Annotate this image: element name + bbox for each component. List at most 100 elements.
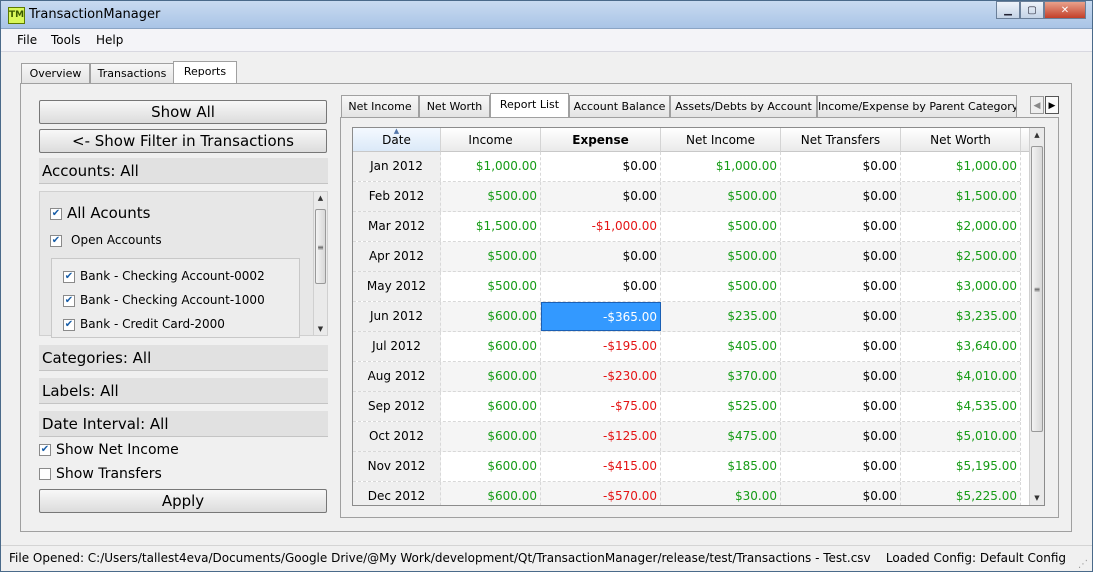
show-filter-in-transactions-button[interactable]: <- Show Filter in Transactions [39, 129, 327, 153]
cell-net-income[interactable]: $405.00 [661, 332, 781, 361]
cell-net-transfers[interactable]: $0.00 [781, 392, 901, 421]
cell-expense[interactable]: $0.00 [541, 182, 661, 211]
tab-scroll-left-icon[interactable]: ◀ [1030, 96, 1044, 114]
tab-assets-debts-by-account[interactable]: Assets/Debts by Account [670, 95, 817, 117]
table-row[interactable]: Aug 2012 $600.00 -$230.00 $370.00 $0.00 $4,01… [353, 362, 1021, 392]
cell-expense[interactable]: -$415.00 [541, 452, 661, 481]
table-scroll-thumb[interactable]: ≡ [1031, 146, 1043, 432]
cell-net-income[interactable]: $475.00 [661, 422, 781, 451]
all-accounts-checkbox[interactable]: ✔ [50, 208, 62, 220]
cell-date[interactable]: Nov 2012 [353, 452, 441, 481]
tab-net-worth[interactable]: Net Worth [419, 95, 490, 117]
cell-income[interactable]: $500.00 [441, 242, 541, 271]
cell-net-transfers[interactable]: $0.00 [781, 302, 901, 331]
column-header-expense[interactable]: Expense [541, 128, 661, 152]
cell-net-worth[interactable]: $4,535.00 [901, 392, 1021, 421]
table-row[interactable]: Oct 2012 $600.00 -$125.00 $475.00 $0.00 $5,01… [353, 422, 1021, 452]
column-header-net-income[interactable]: Net Income [661, 128, 781, 152]
cell-expense[interactable]: $0.00 [541, 152, 661, 181]
cell-date[interactable]: Mar 2012 [353, 212, 441, 241]
cell-income[interactable]: $600.00 [441, 482, 541, 505]
show-transfers-checkbox[interactable] [39, 468, 51, 480]
table-scrollbar[interactable]: ▲ ≡ ▼ [1029, 128, 1044, 505]
open-accounts-checkbox[interactable]: ✔ [50, 235, 62, 247]
cell-expense[interactable]: -$125.00 [541, 422, 661, 451]
cell-net-worth[interactable]: $3,235.00 [901, 302, 1021, 331]
categories-section-header[interactable]: Categories: All [39, 345, 328, 371]
cell-date[interactable]: Jul 2012 [353, 332, 441, 361]
cell-net-income[interactable]: $500.00 [661, 182, 781, 211]
column-header-net-transfers[interactable]: Net Transfers [781, 128, 901, 152]
column-header-income[interactable]: Income [441, 128, 541, 152]
cell-net-income[interactable]: $1,000.00 [661, 152, 781, 181]
cell-expense[interactable]: $0.00 [541, 242, 661, 271]
cell-net-transfers[interactable]: $0.00 [781, 182, 901, 211]
cell-net-worth[interactable]: $5,010.00 [901, 422, 1021, 451]
table-row[interactable]: Mar 2012 $1,500.00 -$1,000.00 $500.00 $0.00 $… [353, 212, 1021, 242]
scroll-down-arrow-icon[interactable]: ▼ [1030, 494, 1044, 502]
tab-reports[interactable]: Reports [173, 61, 237, 84]
cell-net-worth[interactable]: $3,000.00 [901, 272, 1021, 301]
title-bar[interactable]: TM TransactionManager ▁ ▢ ✕ [1, 1, 1092, 29]
cell-date[interactable]: Dec 2012 [353, 482, 441, 505]
cell-date[interactable]: Feb 2012 [353, 182, 441, 211]
cell-income[interactable]: $500.00 [441, 182, 541, 211]
cell-date[interactable]: Oct 2012 [353, 422, 441, 451]
cell-net-income[interactable]: $500.00 [661, 242, 781, 271]
cell-net-worth[interactable]: $5,225.00 [901, 482, 1021, 505]
cell-expense[interactable]: -$195.00 [541, 332, 661, 361]
column-header-date[interactable]: ▲ Date [353, 128, 441, 152]
cell-income[interactable]: $600.00 [441, 422, 541, 451]
table-row[interactable]: Nov 2012 $600.00 -$415.00 $185.00 $0.00 $5,19… [353, 452, 1021, 482]
cell-net-transfers[interactable]: $0.00 [781, 332, 901, 361]
minimize-button[interactable]: ▁ [996, 1, 1020, 19]
close-button[interactable]: ✕ [1044, 1, 1086, 19]
cell-net-transfers[interactable]: $0.00 [781, 452, 901, 481]
cell-net-worth[interactable]: $4,010.00 [901, 362, 1021, 391]
resize-grip-icon[interactable]: ⋰ [1078, 554, 1088, 571]
cell-net-transfers[interactable]: $0.00 [781, 362, 901, 391]
cell-date[interactable]: Jun 2012 [353, 302, 441, 331]
table-row[interactable]: Jan 2012 $1,000.00 $0.00 $1,000.00 $0.00 $1,0… [353, 152, 1021, 182]
cell-expense[interactable]: -$570.00 [541, 482, 661, 505]
cell-net-worth[interactable]: $3,640.00 [901, 332, 1021, 361]
accounts-scrollbar[interactable]: ▲ ≡ ▼ [313, 192, 327, 335]
cell-net-worth[interactable]: $2,000.00 [901, 212, 1021, 241]
scroll-up-arrow-icon[interactable]: ▲ [314, 194, 327, 202]
cell-net-income[interactable]: $500.00 [661, 272, 781, 301]
cell-net-income[interactable]: $370.00 [661, 362, 781, 391]
menu-help[interactable]: Help [96, 33, 123, 47]
cell-income[interactable]: $500.00 [441, 272, 541, 301]
cell-expense[interactable]: -$1,000.00 [541, 212, 661, 241]
account-item-checkbox-2000[interactable]: ✔ [63, 319, 75, 331]
cell-expense[interactable]: -$75.00 [541, 392, 661, 421]
accounts-section-header[interactable]: Accounts: All [39, 158, 328, 184]
cell-income[interactable]: $600.00 [441, 392, 541, 421]
table-row[interactable]: Dec 2012 $600.00 -$570.00 $30.00 $0.00 $5,225… [353, 482, 1021, 505]
tab-net-income[interactable]: Net Income [341, 95, 419, 117]
cell-net-income[interactable]: $185.00 [661, 452, 781, 481]
cell-income[interactable]: $600.00 [441, 452, 541, 481]
cell-date[interactable]: Jan 2012 [353, 152, 441, 181]
cell-date[interactable]: May 2012 [353, 272, 441, 301]
cell-net-income[interactable]: $525.00 [661, 392, 781, 421]
maximize-button[interactable]: ▢ [1020, 1, 1044, 19]
cell-net-transfers[interactable]: $0.00 [781, 482, 901, 505]
cell-net-transfers[interactable]: $0.00 [781, 272, 901, 301]
cell-date[interactable]: Sep 2012 [353, 392, 441, 421]
table-row[interactable]: Jul 2012 $600.00 -$195.00 $405.00 $0.00 $3,64… [353, 332, 1021, 362]
account-item-checkbox-0002[interactable]: ✔ [63, 271, 75, 283]
cell-expense[interactable]: -$230.00 [541, 362, 661, 391]
tab-transactions[interactable]: Transactions [90, 63, 174, 83]
table-row[interactable]: Jun 2012 $600.00 -$365.00 $235.00 $0.00 $3,23… [353, 302, 1021, 332]
tab-overview[interactable]: Overview [21, 63, 90, 83]
table-row[interactable]: Apr 2012 $500.00 $0.00 $500.00 $0.00 $2,500.0… [353, 242, 1021, 272]
cell-net-worth[interactable]: $5,195.00 [901, 452, 1021, 481]
tab-account-balance[interactable]: Account Balance [569, 95, 670, 117]
table-row[interactable]: Feb 2012 $500.00 $0.00 $500.00 $0.00 $1,500.0… [353, 182, 1021, 212]
cell-net-transfers[interactable]: $0.00 [781, 212, 901, 241]
date-interval-section-header[interactable]: Date Interval: All [39, 411, 328, 437]
cell-expense-selected[interactable]: -$365.00 [541, 302, 661, 331]
menu-tools[interactable]: Tools [51, 33, 81, 47]
table-row[interactable]: May 2012 $500.00 $0.00 $500.00 $0.00 $3,000.0… [353, 272, 1021, 302]
